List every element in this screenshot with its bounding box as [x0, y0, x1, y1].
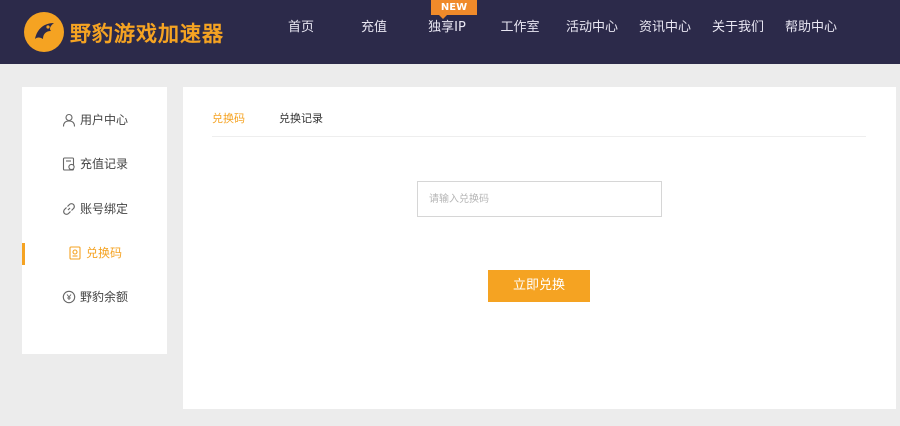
sidebar-item-recharge-record[interactable]: 充值记录: [22, 153, 167, 177]
sidebar-item-label: 兑换码: [86, 246, 123, 260]
user-icon: [62, 113, 76, 127]
sidebar-item-redeem-code[interactable]: 兑换码: [22, 242, 167, 266]
link-icon: [63, 203, 75, 215]
logo[interactable]: 野豹游戏加速器: [24, 8, 234, 56]
sidebar-item-user-center[interactable]: 用户中心: [22, 109, 167, 133]
new-badge: NEW: [431, 0, 477, 19]
redeem-code-input[interactable]: [417, 181, 662, 217]
nav-recharge[interactable]: 充值: [361, 19, 387, 37]
tab-divider: [212, 136, 866, 137]
nav-help-center[interactable]: 帮助中心: [785, 19, 837, 37]
top-header: 野豹游戏加速器 首页 充值 独享IP 工作室 活动中心 资讯中心 关于我们 帮助…: [0, 0, 900, 64]
balance-icon: [62, 290, 76, 304]
nav-exclusive-ip[interactable]: 独享IP: [428, 19, 466, 37]
nav-home[interactable]: 首页: [288, 19, 314, 37]
leopard-logo-icon: [24, 12, 64, 52]
logo-text: 野豹游戏加速器: [70, 22, 224, 46]
sidebar-item-label: 野豹余额: [80, 290, 129, 304]
sidebar-item-label: 账号绑定: [80, 202, 129, 216]
sidebar-item-label: 充值记录: [80, 157, 129, 171]
sidebar-item-label: 用户中心: [80, 113, 129, 127]
nav-activity-center[interactable]: 活动中心: [566, 19, 618, 37]
main-panel: 兑换码 兑换记录 立即兑换: [183, 87, 896, 409]
nav-studio[interactable]: 工作室: [500, 19, 539, 37]
tab-redeem-code[interactable]: 兑换码: [212, 112, 245, 126]
tab-redeem-record[interactable]: 兑换记录: [279, 112, 323, 126]
sidebar-item-balance[interactable]: 野豹余额: [22, 286, 167, 310]
redeem-now-button[interactable]: 立即兑换: [488, 270, 590, 302]
recharge-record-icon: [62, 157, 75, 171]
redeem-code-icon: [69, 246, 81, 260]
sidebar: 用户中心 充值记录 账号绑定 兑换码 野豹余额: [22, 87, 167, 354]
nav-news-center[interactable]: 资讯中心: [639, 19, 691, 37]
sidebar-item-account-binding[interactable]: 账号绑定: [22, 198, 167, 222]
nav-about-us[interactable]: 关于我们: [712, 19, 764, 37]
